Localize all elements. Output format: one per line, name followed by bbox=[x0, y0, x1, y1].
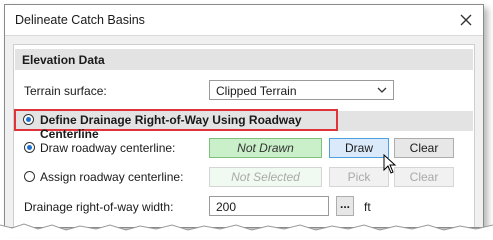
elevation-data-header-label: Elevation Data bbox=[22, 53, 105, 67]
drainage-width-label: Drainage right-of-way width: bbox=[24, 200, 174, 214]
draw-centerline-label: Draw roadway centerline: bbox=[40, 141, 176, 155]
dialog-content: Elevation Data Terrain surface: Clipped … bbox=[5, 36, 483, 227]
settings-group: Elevation Data Terrain surface: Clipped … bbox=[13, 44, 475, 227]
width-browse-button[interactable]: ... bbox=[336, 196, 354, 216]
pick-button[interactable]: Pick bbox=[329, 167, 389, 187]
clear-draw-button[interactable]: Clear bbox=[394, 138, 454, 158]
width-unit-label: ft bbox=[364, 200, 371, 214]
mouse-pointer-icon bbox=[383, 153, 399, 176]
define-drainage-row-header[interactable]: Define Drainage Right-of-Way Using Roadw… bbox=[14, 109, 338, 141]
torn-edge-decoration bbox=[0, 223, 493, 237]
draw-centerline-radio[interactable] bbox=[24, 142, 35, 153]
define-drainage-radio[interactable] bbox=[23, 114, 34, 125]
drainage-width-input[interactable]: 200 bbox=[209, 196, 329, 216]
title-bar: Delineate Catch Basins bbox=[5, 5, 483, 36]
drainage-width-value: 200 bbox=[216, 200, 237, 214]
close-icon[interactable] bbox=[455, 9, 477, 31]
terrain-surface-label: Terrain surface: bbox=[24, 84, 107, 98]
assign-status-field: Not Selected bbox=[209, 167, 322, 187]
assign-centerline-label: Assign roadway centerline: bbox=[40, 170, 184, 184]
draw-status-field: Not Drawn bbox=[209, 138, 322, 158]
elevation-data-header: Elevation Data bbox=[15, 49, 473, 70]
delineate-catch-basins-dialog: Delineate Catch Basins Elevation Data Te… bbox=[4, 4, 484, 228]
draw-button[interactable]: Draw bbox=[329, 138, 389, 158]
terrain-surface-value: Clipped Terrain bbox=[216, 84, 297, 98]
drainage-header-background bbox=[336, 111, 473, 131]
assign-centerline-radio[interactable] bbox=[24, 171, 35, 182]
clear-assign-button[interactable]: Clear bbox=[394, 167, 454, 187]
terrain-surface-dropdown[interactable]: Clipped Terrain bbox=[209, 80, 394, 100]
define-drainage-header-label: Define Drainage Right-of-Way Using Roadw… bbox=[40, 113, 302, 141]
dialog-title: Delineate Catch Basins bbox=[15, 13, 145, 27]
chevron-down-icon bbox=[377, 84, 387, 98]
